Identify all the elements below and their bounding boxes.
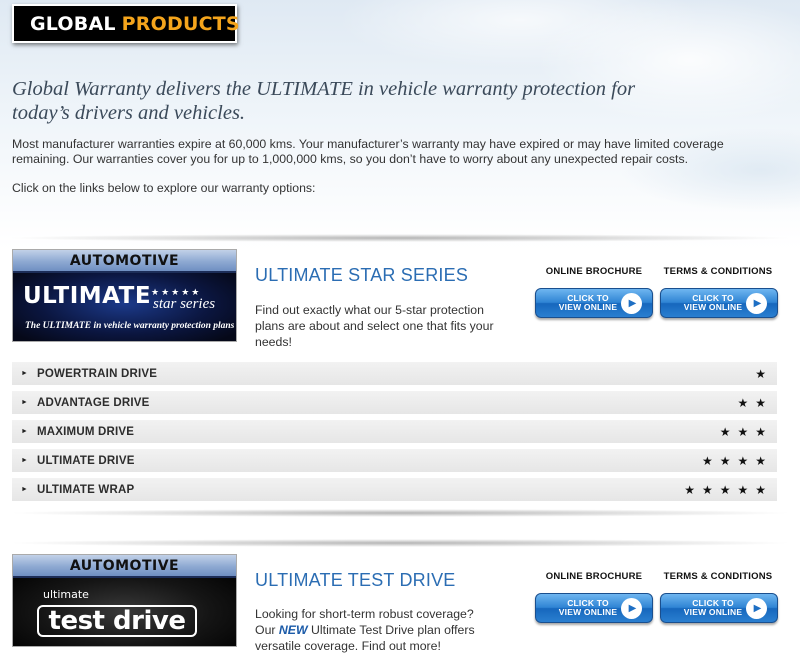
plan-row-maximum-drive[interactable]: ► MAXIMUM DRIVE ★★★ (12, 420, 777, 443)
plan-name: ULTIMATE DRIVE (37, 454, 135, 467)
terms-conditions-label: TERMS & CONDITIONS (663, 266, 773, 277)
triangle-right-icon: ► (21, 370, 28, 377)
divider (12, 509, 788, 517)
banner-body: ULTIMATE ★★★★★ star series The ULTIMATE … (13, 273, 236, 341)
ultimate-test-drive-banner[interactable]: AUTOMOTIVE ultimate test drive (12, 554, 237, 647)
play-circle-icon: ▶ (621, 598, 642, 619)
section-title-star-series[interactable]: ULTIMATE STAR SERIES (255, 265, 468, 286)
plan-name: ULTIMATE WRAP (37, 483, 135, 496)
button-text: CLICK TO VIEW ONLINE (683, 293, 743, 312)
triangle-right-icon: ► (21, 457, 28, 464)
banner-small-text: ultimate (43, 588, 89, 601)
intro-instruction: Click on the links below to explore our … (12, 181, 316, 195)
star-icon: ★★ (737, 395, 773, 410)
brochure-view-online-button[interactable]: CLICK TO VIEW ONLINE ▶ (535, 288, 653, 318)
triangle-right-icon: ► (21, 486, 28, 493)
divider (12, 539, 788, 547)
plan-row-ultimate-wrap[interactable]: ► ULTIMATE WRAP ★★★★★ (12, 478, 777, 501)
terms-view-online-button[interactable]: CLICK TO VIEW ONLINE ▶ (660, 288, 778, 318)
plan-name: MAXIMUM DRIVE (37, 425, 135, 438)
play-circle-icon: ▶ (746, 293, 767, 314)
terms-conditions-label: TERMS & CONDITIONS (663, 571, 773, 582)
button-text: CLICK TO VIEW ONLINE (558, 293, 618, 312)
plan-row-ultimate-drive[interactable]: ► ULTIMATE DRIVE ★★★★ (12, 449, 777, 472)
button-text: CLICK TO VIEW ONLINE (683, 598, 743, 617)
banner-category: AUTOMOTIVE (13, 555, 236, 578)
online-brochure-label: ONLINE BROCHURE (545, 571, 643, 582)
banner-category: AUTOMOTIVE (13, 250, 236, 273)
logo-word-products: PRODUCTS (121, 12, 240, 35)
brochure-view-online-button[interactable]: CLICK TO VIEW ONLINE ▶ (535, 593, 653, 623)
section-description: Looking for short-term robust coverage? … (255, 607, 475, 653)
button-text: CLICK TO VIEW ONLINE (558, 598, 618, 617)
terms-view-online-button[interactable]: CLICK TO VIEW ONLINE ▶ (660, 593, 778, 623)
banner-subtitle: star series (153, 296, 216, 312)
star-icon: ★★★★ (701, 453, 773, 468)
section-title-test-drive[interactable]: ULTIMATE TEST DRIVE (255, 570, 456, 591)
section-description: Find out exactly what our 5-star protect… (255, 303, 494, 349)
plan-row-advantage-drive[interactable]: ► ADVANTAGE DRIVE ★★ (12, 391, 777, 414)
plan-name: POWERTRAIN DRIVE (37, 367, 158, 380)
triangle-right-icon: ► (21, 428, 28, 435)
play-circle-icon: ▶ (746, 598, 767, 619)
banner-title: test drive (37, 605, 197, 637)
star-icon: ★★★★★ (684, 482, 773, 497)
banner-title: ULTIMATE (23, 283, 152, 309)
divider (12, 234, 788, 242)
plan-name: ADVANTAGE DRIVE (37, 396, 150, 409)
plan-row-powertrain-drive[interactable]: ► POWERTRAIN DRIVE ★ (12, 362, 777, 385)
intro-paragraph: Most manufacturer warranties expire at 6… (12, 137, 724, 166)
play-circle-icon: ▶ (621, 293, 642, 314)
intro-headline: Global Warranty delivers the ULTIMATE in… (12, 78, 636, 124)
online-brochure-label: ONLINE BROCHURE (545, 266, 643, 277)
ultimate-star-series-banner[interactable]: AUTOMOTIVE ULTIMATE ★★★★★ star series Th… (12, 249, 237, 342)
banner-tagline: The ULTIMATE in vehicle warranty protect… (25, 321, 235, 331)
new-badge-text: NEW (278, 623, 308, 637)
triangle-right-icon: ► (21, 399, 28, 406)
banner-body: ultimate test drive (13, 578, 236, 646)
logo-word-global: GLOBAL (30, 12, 116, 35)
star-icon: ★ (755, 366, 773, 381)
global-products-logo[interactable]: GLOBAL PRODUCTS (12, 4, 240, 43)
star-icon: ★★★ (719, 424, 773, 439)
